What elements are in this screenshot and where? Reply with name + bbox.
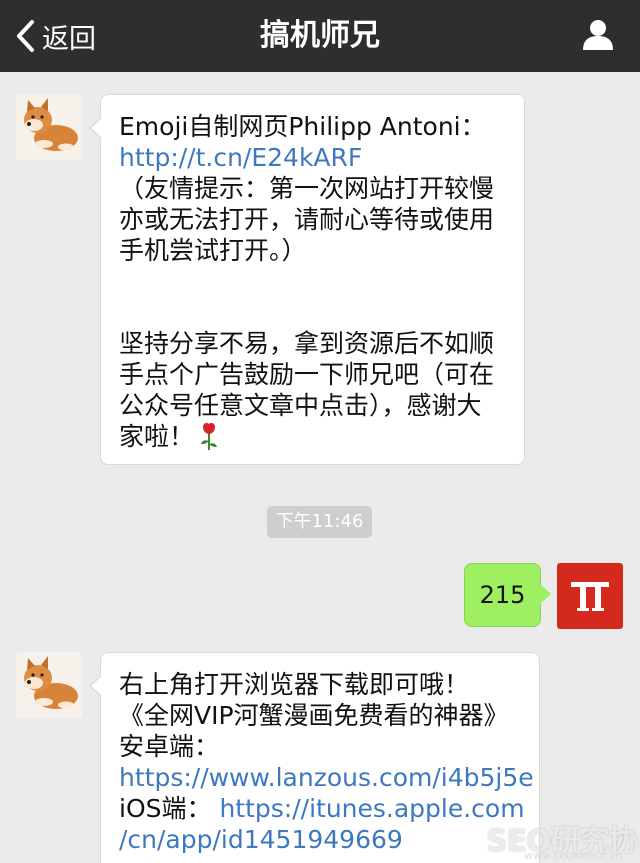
ios-link[interactable]: https://itunes.apple.com [219,794,524,823]
message-text: Emoji自制网页Philipp Antoni： [119,112,486,141]
ios-link-continued[interactable]: /cn/app/id1451949669 [119,824,523,855]
message-text: 安卓端： [119,732,220,761]
message-text: 《全网VIP河蟹漫画免费看的神器》 [119,701,509,730]
message-text: 坚持分享不易，拿到资源后不如顺 [119,329,495,358]
message-text-last: 家啦！ [119,421,508,452]
message-link[interactable]: http://t.cn/E24kARF [119,142,508,173]
android-link[interactable]: https://www.lanzous.com/i4b5j5e [119,762,534,793]
red-pi-avatar [571,582,609,611]
message-text: 手点个广告鼓励一下师兄吧（可在 [119,360,495,389]
message-text: 亦或无法打开，请耐心等待或使用 [119,205,495,234]
navbar: 返回 搞机师兄 [0,0,640,72]
message-text: 手机尝试打开。） [119,236,307,265]
ios-label: iOS端： [119,794,212,823]
message-text: 家啦！ [119,422,195,451]
message-bubble[interactable]: 右上角打开浏览器下载即可哦！ 《全网VIP河蟹漫画免费看的神器》 安卓端： ht… [89,652,540,863]
timestamp: 下午11:46 [267,506,372,538]
watermark-url: www.seoxiehui.cn [524,849,623,862]
ios-line: iOS端： https://itunes.apple.com [119,793,525,824]
message-text: 公众号任意文章中点击），感谢大 [119,391,482,420]
shiba-dog-avatar [16,94,82,160]
message-text: 右上角打开浏览器下载即可哦！ [119,670,470,699]
sender-avatar[interactable] [16,652,82,718]
sender-avatar[interactable] [16,94,82,160]
rose-icon [201,423,218,450]
message-bubble[interactable]: Emoji自制网页Philipp Antoni： http://t.cn/E24… [89,94,525,465]
message-text: （友情提示：第一次网站打开较慢 [119,174,495,203]
outgoing-message-bubble[interactable]: 215 [464,563,551,627]
user-avatar[interactable] [557,563,623,629]
site-watermark: SEO研究协会网 www.seoxiehui.cn [486,816,640,863]
person-icon[interactable] [580,17,616,53]
shiba-dog-avatar [16,652,82,718]
chat-title: 搞机师兄 [260,18,380,53]
